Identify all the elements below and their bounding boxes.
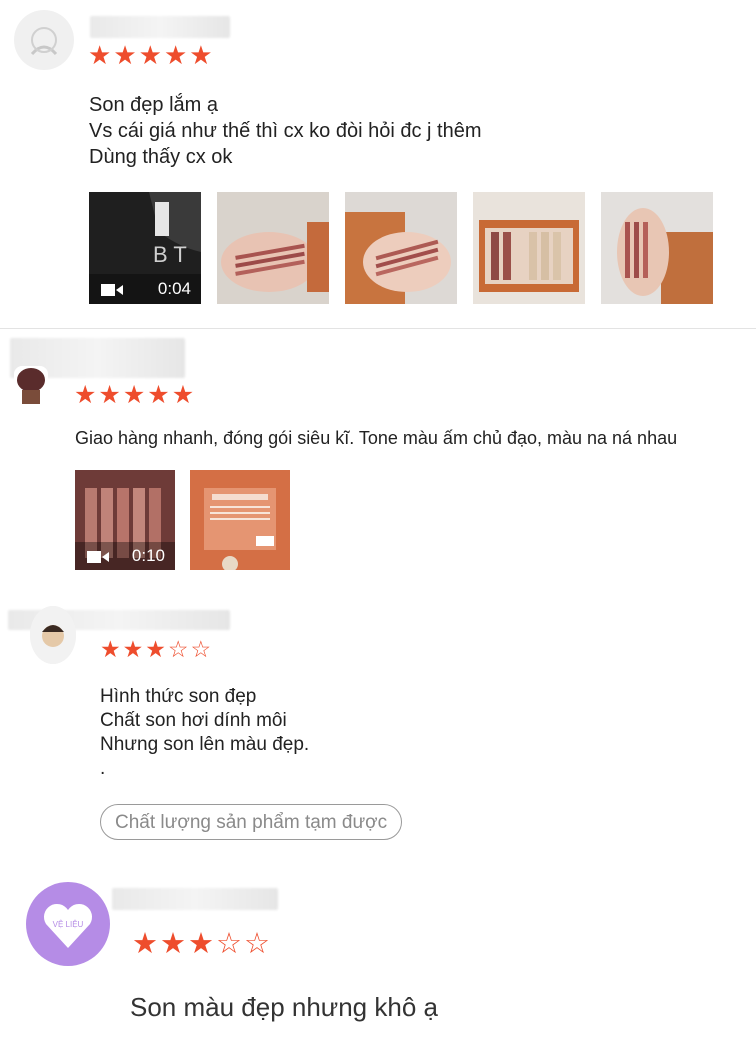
- avatar[interactable]: [30, 606, 76, 664]
- review-text-line: Son đẹp lắm ạ: [89, 94, 218, 116]
- video-duration: 0:04: [157, 279, 191, 298]
- review-text-line: Giao hàng nhanh, đóng gói siêu kĩ. Tone …: [75, 428, 678, 448]
- rating-stars: ★ ★ ★ ★ ★: [88, 40, 215, 71]
- review-video-thumbnail[interactable]: B T 0:04: [89, 192, 201, 304]
- review-photo[interactable]: [345, 192, 457, 304]
- star-filled-icon: ★: [113, 40, 137, 70]
- box-back-photo: [190, 470, 290, 570]
- star-filled-icon: ★: [189, 40, 213, 70]
- star-filled-icon: ★: [132, 928, 158, 960]
- video-meta-bar: 0:10: [75, 542, 175, 570]
- star-filled-icon: ★: [188, 928, 214, 960]
- star-filled-icon: ★: [138, 40, 162, 70]
- review-text-line: Vs cái giá như thế thì cx ko đòi hỏi đc …: [89, 120, 482, 142]
- star-empty-icon: ☆: [216, 928, 242, 960]
- reviewer-name-blurred: [112, 888, 278, 910]
- rating-stars: ★ ★ ★ ☆ ☆: [100, 636, 213, 663]
- rating-stars: ★ ★ ★ ☆ ☆: [132, 926, 272, 961]
- star-filled-icon: ★: [100, 636, 121, 662]
- star-empty-icon: ☆: [190, 636, 212, 662]
- star-filled-icon: ★: [163, 40, 188, 70]
- lipstick-box-photo: [473, 192, 585, 304]
- star-filled-icon: ★: [171, 381, 195, 409]
- review-text-line: Nhưng son lên màu đẹp.: [100, 734, 310, 755]
- review-tag[interactable]: Chất lượng sản phẩm tạm được: [100, 804, 403, 840]
- review-text-line: Dùng thấy cx ok: [89, 146, 233, 168]
- review-divider: [0, 328, 756, 329]
- swatch-hand-photo: [217, 192, 329, 304]
- video-camera-icon: [101, 282, 123, 296]
- star-filled-icon: ★: [122, 381, 146, 409]
- review-photo[interactable]: [190, 470, 290, 570]
- star-filled-icon: ★: [98, 381, 121, 409]
- avatar[interactable]: [14, 366, 48, 406]
- avatar[interactable]: VỆ LIỆU: [26, 882, 110, 966]
- video-duration: 0:10: [131, 546, 165, 565]
- review-video-thumbnail[interactable]: 0:10: [75, 470, 175, 570]
- star-filled-icon: ★: [145, 636, 166, 662]
- default-avatar-icon: [30, 27, 58, 56]
- reviewer-name-blurred: [90, 16, 230, 38]
- video-camera-icon: [87, 549, 109, 563]
- swatch-hand-photo: [345, 192, 457, 304]
- avatar-label: VỆ LIỆU: [52, 920, 84, 929]
- rating-stars: ★ ★ ★ ★ ★: [74, 380, 196, 410]
- swatch-fist-photo: [601, 192, 713, 304]
- review-text-line: Hình thức son đẹp: [100, 686, 257, 707]
- review-text-line: Chất son hơi dính môi: [100, 710, 287, 731]
- user-avatar-image: [17, 368, 45, 404]
- user-avatar-image: [30, 606, 76, 664]
- svg-text:B T: B T: [153, 242, 187, 267]
- review-text-line: Son màu đẹp nhưng khô ạ: [130, 992, 438, 1022]
- star-filled-icon: ★: [88, 40, 112, 70]
- video-meta-bar: 0:04: [89, 274, 201, 304]
- review-text-line: .: [100, 758, 106, 779]
- review-photo[interactable]: [217, 192, 329, 304]
- star-filled-icon: ★: [147, 381, 170, 409]
- star-empty-icon: ☆: [167, 636, 189, 662]
- avatar-placeholder[interactable]: [14, 10, 74, 70]
- review-photo[interactable]: [473, 192, 585, 304]
- review-photo[interactable]: [601, 192, 713, 304]
- star-empty-icon: ☆: [244, 928, 270, 960]
- star-filled-icon: ★: [74, 381, 97, 409]
- star-filled-icon: ★: [122, 636, 144, 662]
- star-filled-icon: ★: [160, 928, 186, 960]
